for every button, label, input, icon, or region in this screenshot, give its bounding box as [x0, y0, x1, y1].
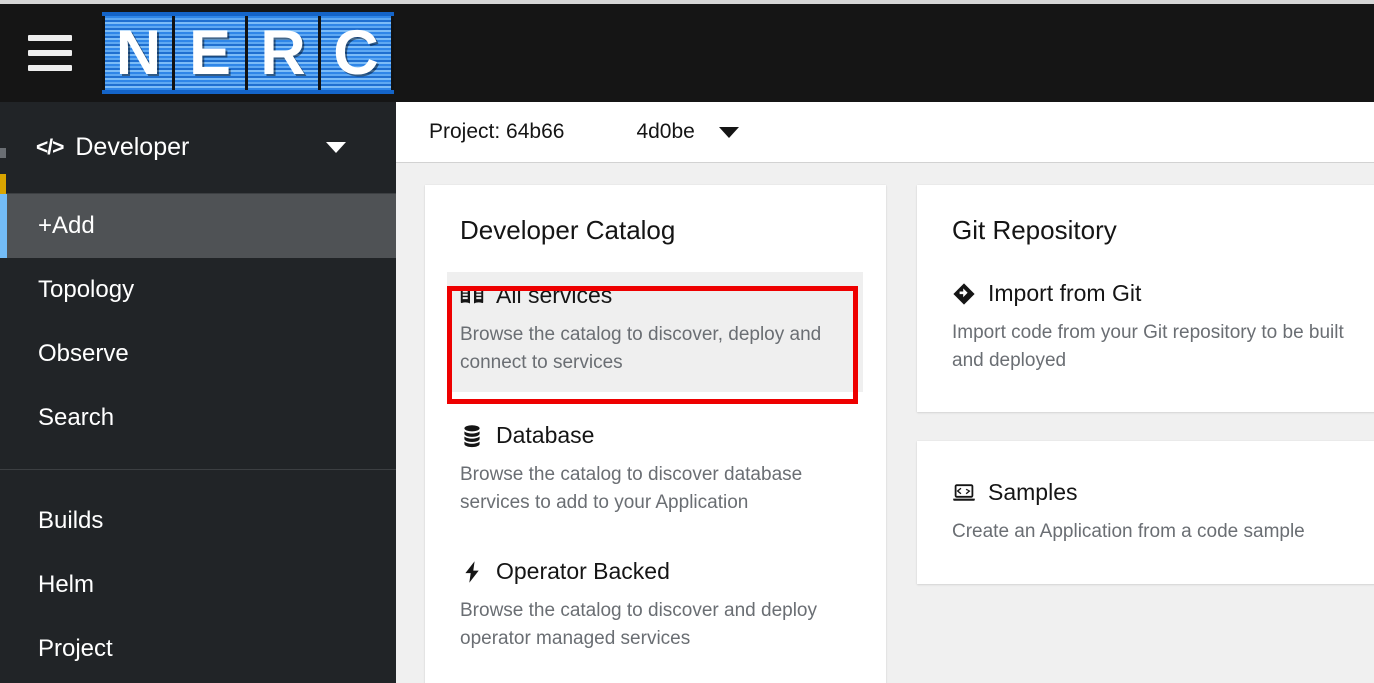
sidebar-item-project[interactable]: Project — [0, 617, 396, 681]
chevron-down-icon — [326, 142, 346, 153]
sidebar-item-label: Project — [38, 635, 113, 662]
sidebar-item-builds[interactable]: Builds — [0, 489, 396, 553]
sidebar-item-topology[interactable]: Topology — [0, 258, 396, 322]
masthead: N E R C — [0, 4, 1374, 102]
logo-letter-cell: R — [248, 16, 321, 90]
add-page-card-grid: Developer Catalog All services Browse th… — [396, 163, 1374, 683]
laptop-code-icon — [953, 483, 975, 501]
card-title: Developer Catalog — [460, 215, 676, 245]
sidebar-item-label: Topology — [38, 276, 135, 303]
card-column-left: Developer Catalog All services Browse th… — [425, 185, 886, 683]
sidebar-divider — [0, 469, 396, 470]
catalog-item-title: Import from Git — [988, 280, 1142, 306]
sidebar-item-observe[interactable]: Observe — [0, 322, 396, 386]
hamburger-bar — [28, 50, 72, 56]
project-name-redaction — [564, 119, 637, 145]
logo-letter: E — [188, 17, 232, 88]
openshift-console-window: N E R C </> Developer +Add Topology Obse… — [0, 0, 1374, 683]
catalog-item-header[interactable]: Samples — [952, 479, 1367, 506]
project-name-suffix: 4d0be — [636, 120, 695, 143]
catalog-item-samples[interactable]: Samples Create an Application from a cod… — [952, 471, 1367, 558]
catalog-item-operator-backed[interactable]: Operator Backed Browse the catalog to di… — [460, 550, 851, 664]
sidebar-item-search[interactable]: Search — [0, 386, 396, 450]
catalog-item-description: Browse the catalog to discover database … — [460, 464, 803, 513]
catalog-item-header[interactable]: Operator Backed — [460, 558, 851, 585]
logo-letter: R — [260, 17, 306, 88]
database-icon — [464, 424, 480, 447]
chevron-down-icon[interactable] — [718, 126, 739, 138]
sidebar-item-label: Builds — [38, 507, 104, 534]
sidebar-item-label: Observe — [38, 340, 129, 367]
project-selector-bar: Project: 64b66 4d0be — [396, 102, 1374, 163]
perspective-switcher[interactable]: </> Developer — [0, 102, 396, 194]
catalog-item-database[interactable]: Database Browse the catalog to discover … — [460, 414, 851, 528]
nerc-logo[interactable]: N E R C — [102, 12, 394, 94]
sidebar-navigation: </> Developer +Add Topology Observe Sear… — [0, 102, 396, 683]
project-name-label: Project: 64b66 — [429, 120, 565, 143]
perspective-label: Developer — [75, 133, 190, 161]
card-column-right: Git Repository Import from Git Import co… — [917, 185, 1374, 584]
catalog-item-header[interactable]: Import from Git — [952, 280, 1367, 307]
nav-group-primary: +Add Topology Observe Search — [0, 194, 396, 450]
edge-amber-marker — [0, 174, 6, 196]
logo-letter-cell: E — [175, 16, 248, 90]
git-diamond-icon — [953, 282, 975, 305]
catalog-item-description: Create an Application from a code sample — [952, 521, 1305, 543]
git-repository-card: Git Repository Import from Git Import co… — [917, 185, 1374, 413]
hamburger-bar — [28, 65, 72, 71]
card-title: Git Repository — [952, 215, 1117, 245]
sidebar-item-label: Search — [38, 404, 115, 431]
code-brackets-icon: </> — [36, 135, 64, 159]
logo-letter: N — [115, 17, 162, 88]
hamburger-bar — [28, 35, 72, 41]
catalog-item-description: Browse the catalog to discover, deploy a… — [460, 324, 822, 373]
catalog-item-header[interactable]: All services — [460, 282, 851, 309]
logo-letter-cell: C — [321, 16, 394, 90]
sidebar-item-label: +Add — [38, 212, 95, 239]
sidebar-item-helm[interactable]: Helm — [0, 553, 396, 617]
sidebar-item-add[interactable]: +Add — [0, 194, 396, 258]
catalog-item-title: Samples — [988, 479, 1078, 506]
catalog-item-description: Import code from your Git repository to … — [952, 322, 1344, 371]
catalog-item-import-from-git[interactable]: Import from Git Import code from your Gi… — [952, 272, 1367, 386]
logo-letter: C — [333, 17, 379, 88]
lightning-bolt-icon — [465, 560, 479, 583]
catalog-item-header[interactable]: Database — [460, 422, 851, 449]
edge-scroll-thumb[interactable] — [0, 148, 6, 158]
samples-card: Samples Create an Application from a cod… — [917, 441, 1374, 584]
catalog-item-title: Operator Backed — [496, 558, 670, 585]
catalog-item-description: Browse the catalog to discover and deplo… — [460, 600, 817, 649]
hamburger-menu-icon[interactable] — [28, 29, 82, 77]
main-content: Project: 64b66 4d0be Developer Catalog A… — [396, 102, 1374, 683]
catalog-item-all-services[interactable]: All services Browse the catalog to disco… — [447, 272, 863, 393]
open-book-icon — [460, 287, 484, 303]
developer-catalog-card: Developer Catalog All services Browse th… — [425, 185, 886, 683]
catalog-item-title: All services — [496, 282, 613, 308]
logo-letter-cell: N — [102, 16, 175, 90]
nav-group-secondary: Builds Helm Project — [0, 489, 396, 681]
catalog-item-title: Database — [496, 422, 595, 449]
sidebar-item-label: Helm — [38, 571, 95, 598]
